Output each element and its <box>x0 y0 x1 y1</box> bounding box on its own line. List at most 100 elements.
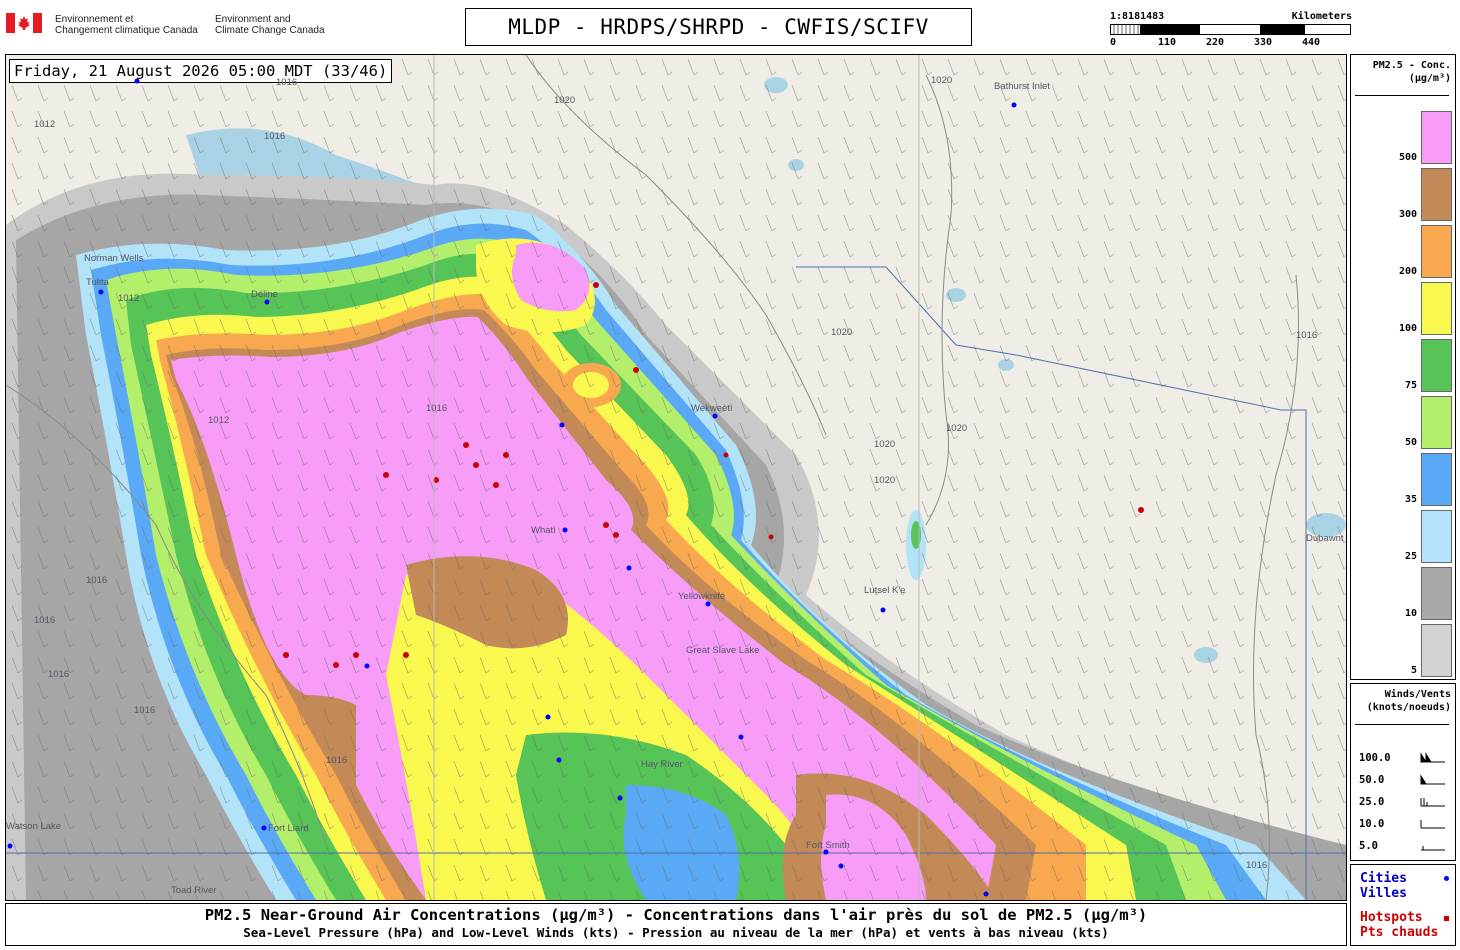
agency-name-fr: Environnement et Changement climatique C… <box>55 14 198 36</box>
city-marker <box>1011 102 1017 108</box>
pm25-legend: PM2.5 - Conc. (µg/m³) 500 300 200 100 75 50 35… <box>1350 54 1456 680</box>
legend-title-line1: PM2.5 - Conc. <box>1372 60 1451 71</box>
isobar-label: 1016 <box>326 755 348 766</box>
cities-key-fr: Villes <box>1360 886 1407 901</box>
city-marker <box>134 78 140 84</box>
legend-level-label: 50 <box>1404 437 1417 448</box>
wind-speed-label: 100.0 <box>1359 752 1391 764</box>
place-label: Déline <box>251 289 278 300</box>
isobar-label: 1020 <box>874 475 896 486</box>
agency-name-en: Environment and Climate Change Canada <box>215 14 325 36</box>
scale-tick: 0 <box>1110 37 1117 48</box>
city-marker <box>983 891 989 897</box>
forecast-map[interactable]: Friday, 21 August 2026 05:00 MDT (33/46) <box>5 54 1347 901</box>
place-label: Tulita <box>86 277 109 288</box>
wind-speed-label: 25.0 <box>1359 796 1385 808</box>
isobar-label: 1020 <box>831 327 853 338</box>
isobar-label: 1012 <box>34 119 56 130</box>
winds-title-line2: (knots/noeuds) <box>1366 702 1451 713</box>
page-title-text: MLDP - HRDPS/SHRPD - CWFIS/SCIFV <box>508 15 929 39</box>
legend-swatch <box>1421 453 1452 506</box>
legend-divider <box>1355 95 1449 96</box>
city-marker <box>98 289 104 295</box>
place-label: Bathurst Inlet <box>994 81 1050 92</box>
legend-level-label: 10 <box>1404 608 1417 619</box>
map-caption: PM2.5 Near-Ground Air Concentrations (µg… <box>5 903 1347 946</box>
isobar-label: 1016 <box>1246 860 1268 871</box>
isobar-label: 1016 <box>264 131 286 142</box>
place-label: Dubawnt Lake <box>1306 533 1346 544</box>
legend-swatch <box>1421 225 1452 278</box>
legend-swatch <box>1421 624 1452 677</box>
city-marker <box>626 565 632 571</box>
place-label: Yellowknife <box>678 591 726 602</box>
legend-swatch <box>1421 396 1452 449</box>
wind-speed-label: 5.0 <box>1359 840 1378 852</box>
scale-tick: 330 <box>1254 37 1273 48</box>
city-marker <box>556 757 562 763</box>
isobar-label: 1020 <box>931 75 953 86</box>
page-title: MLDP - HRDPS/SHRPD - CWFIS/SCIFV <box>465 8 972 46</box>
legend-level-label: 75 <box>1404 380 1417 391</box>
isobar-label: 1020 <box>874 439 896 450</box>
place-label: Great Slave Lake <box>686 645 760 656</box>
place-label: Fort Liard <box>268 823 309 834</box>
scale-bar: 1:8181483 Kilometers 0 110 220 330 440 <box>1108 11 1352 51</box>
cities-key-label: Cities Villes <box>1360 871 1407 901</box>
place-label: Norman Wells <box>84 253 144 264</box>
city-marker <box>562 527 568 533</box>
wind-speed-label: 10.0 <box>1359 818 1385 830</box>
scale-bar-graphic <box>1110 24 1351 35</box>
legend-level-label: 5 <box>1410 665 1417 676</box>
place-label: Lutsel K'e <box>864 585 906 596</box>
hotspot-square-icon <box>1444 916 1449 921</box>
hotspots-key-en: Hotspots <box>1360 910 1423 925</box>
isobar-label: 1020 <box>554 95 576 106</box>
city-marker <box>264 299 270 305</box>
winds-title-line1: Winds/Vents <box>1384 689 1451 700</box>
wind-speed-label: 50.0 <box>1359 774 1385 786</box>
isobar-label: 1016 <box>34 615 56 626</box>
winds-divider <box>1355 724 1449 725</box>
city-marker <box>545 714 551 720</box>
canada-flag-icon <box>6 13 42 33</box>
isobar-label: 1016 <box>134 705 156 716</box>
city-marker <box>7 843 13 849</box>
legend-swatch <box>1421 510 1452 563</box>
place-label: Wekweètì <box>691 403 733 414</box>
legend-level-label: 35 <box>1404 494 1417 505</box>
hotspots-key-label: Hotspots Pts chauds <box>1360 910 1438 940</box>
cities-overlay <box>7 78 1017 897</box>
isobar-label: 1016 <box>426 403 448 414</box>
winds-legend-title: Winds/Vents (knots/noeuds) <box>1351 688 1451 714</box>
isobar-label: 1016 <box>86 575 108 586</box>
legend-level-label: 100 <box>1398 323 1417 334</box>
caption-line-1: PM2.5 Near-Ground Air Concentrations (µg… <box>204 906 1148 924</box>
isobar-label: 1016 <box>276 77 298 88</box>
legend-level-label: 300 <box>1398 209 1417 220</box>
isobar-label: 1016 <box>1296 330 1318 341</box>
place-label: Watson Lake <box>6 821 62 832</box>
isobar-label: 1012 <box>208 415 230 426</box>
legend-swatch <box>1421 567 1452 620</box>
map-keys: Cities Villes Hotspots Pts chauds <box>1350 864 1456 946</box>
scale-tick: 220 <box>1206 37 1225 48</box>
agency-en-line2: Climate Change Canada <box>215 25 325 36</box>
place-label: Toad River <box>171 885 217 896</box>
scale-ratio: 1:8181483 <box>1110 11 1165 22</box>
city-marker <box>261 825 267 831</box>
city-marker <box>364 663 370 669</box>
city-marker <box>880 607 886 613</box>
city-dot-icon <box>1444 876 1449 881</box>
legend-swatch <box>1421 168 1452 221</box>
city-marker <box>617 795 623 801</box>
scale-unit: Kilometers <box>1291 11 1352 22</box>
legend-title-line2: (µg/m³) <box>1408 73 1451 84</box>
city-marker <box>705 601 711 607</box>
hotspots-key-fr: Pts chauds <box>1360 925 1439 940</box>
place-label: Fort Smith <box>806 840 850 851</box>
cities-key-en: Cities <box>1360 871 1407 886</box>
place-label: Whatì <box>531 525 556 536</box>
isobar-label: 1020 <box>946 423 968 434</box>
legend-swatch <box>1421 339 1452 392</box>
